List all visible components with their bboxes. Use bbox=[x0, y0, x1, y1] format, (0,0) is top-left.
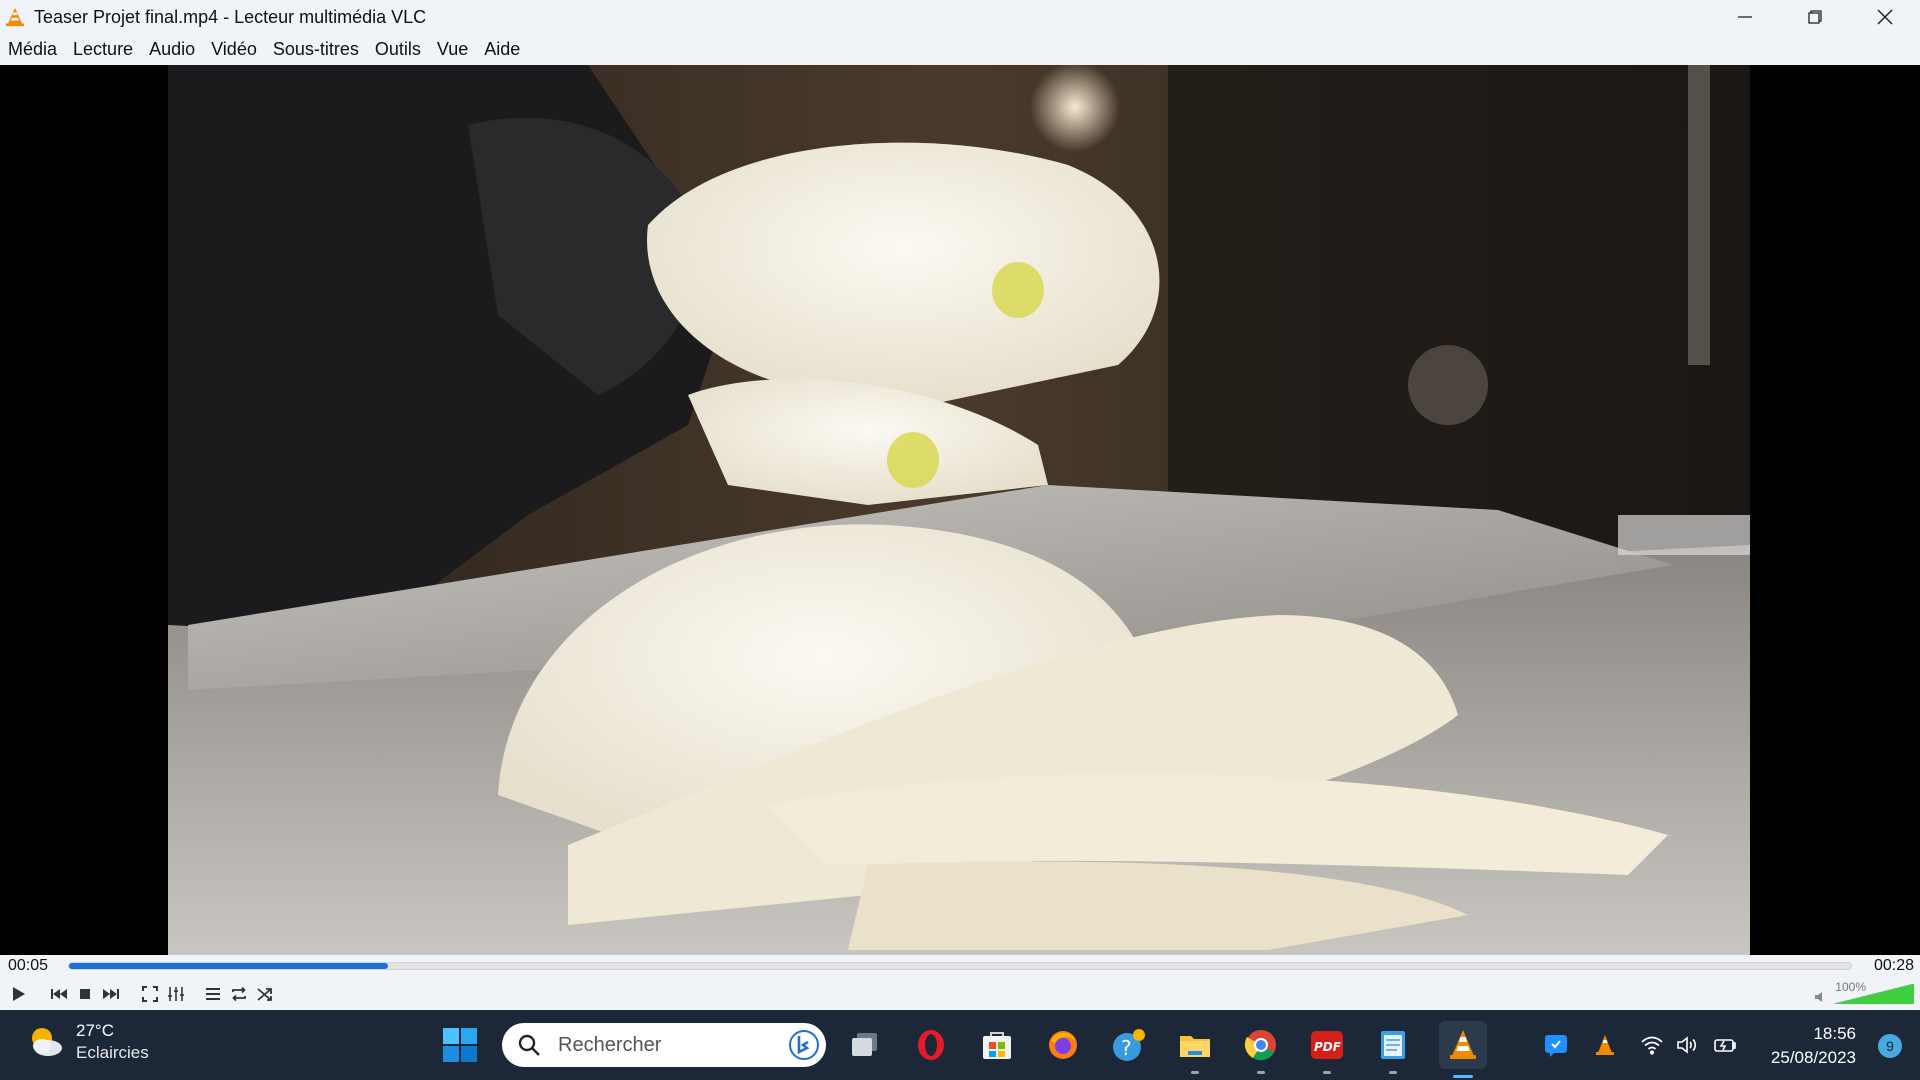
clock-date: 25/08/2023 bbox=[1770, 1048, 1856, 1067]
volume-slider[interactable]: 100% bbox=[1814, 980, 1914, 1006]
previous-icon bbox=[51, 989, 67, 999]
notification-badge[interactable]: 9 bbox=[1878, 1034, 1902, 1058]
taskbar: 27°C Eclaircies Rechercher ? PDF 18:56 2… bbox=[0, 1010, 1920, 1080]
firefox-icon bbox=[1049, 1031, 1077, 1059]
pdf-button[interactable]: PDF bbox=[1307, 1025, 1347, 1074]
notepad-icon bbox=[1381, 1031, 1405, 1059]
clock-time: 18:56 bbox=[1813, 1024, 1856, 1043]
close-icon bbox=[1877, 9, 1893, 25]
fullscreen-button[interactable] bbox=[138, 982, 162, 1006]
close-button[interactable] bbox=[1850, 0, 1920, 34]
menu-view[interactable]: Vue bbox=[437, 39, 468, 60]
elapsed-time: 00:05 bbox=[8, 957, 49, 974]
previous-button[interactable] bbox=[47, 982, 71, 1006]
menu-video[interactable]: Vidéo bbox=[211, 39, 257, 60]
volume-wedge bbox=[1834, 984, 1914, 1004]
video-frame[interactable] bbox=[168, 65, 1750, 955]
menu-subtitles[interactable]: Sous-titres bbox=[273, 39, 359, 60]
volume-tray-button[interactable] bbox=[1674, 1032, 1700, 1058]
weather-temperature: 27°C bbox=[76, 1021, 114, 1040]
seek-progress bbox=[69, 963, 388, 969]
weather-widget[interactable]: 27°C Eclaircies bbox=[26, 1020, 149, 1064]
chat-icon bbox=[1545, 1035, 1567, 1057]
menu-tools[interactable]: Outils bbox=[375, 39, 421, 60]
title-bar: Teaser Projet final.mp4 - Lecteur multim… bbox=[0, 0, 1920, 34]
shuffle-button[interactable] bbox=[253, 982, 277, 1006]
battery-charging-icon bbox=[1714, 1039, 1736, 1052]
svg-text:PDF: PDF bbox=[1314, 1040, 1342, 1054]
help-icon: ? bbox=[1113, 1029, 1145, 1061]
seek-bar-row: 00:05 00:28 bbox=[0, 955, 1920, 976]
loop-button[interactable] bbox=[227, 982, 251, 1006]
loop-icon bbox=[232, 986, 246, 1002]
system-clock[interactable]: 18:56 25/08/2023 bbox=[1771, 1022, 1856, 1070]
vlc-tray-button[interactable] bbox=[1592, 1032, 1618, 1058]
weather-condition: Eclaircies bbox=[76, 1043, 149, 1062]
menu-media[interactable]: Média bbox=[8, 39, 57, 60]
fullscreen-icon bbox=[142, 986, 158, 1002]
next-button[interactable] bbox=[99, 982, 123, 1006]
playlist-icon bbox=[206, 988, 220, 1000]
search-placeholder: Rechercher bbox=[558, 1033, 662, 1056]
file-explorer-icon bbox=[1180, 1036, 1210, 1057]
total-time: 00:28 bbox=[1873, 957, 1914, 974]
chrome-icon bbox=[1244, 1030, 1276, 1061]
pdf-icon: PDF bbox=[1311, 1031, 1343, 1059]
vlc-icon bbox=[1450, 1030, 1476, 1059]
opera-icon bbox=[918, 1030, 944, 1060]
menu-bar: Média Lecture Audio Vidéo Sous-titres Ou… bbox=[0, 34, 1920, 65]
stop-icon bbox=[80, 989, 90, 999]
start-icon[interactable] bbox=[442, 1027, 478, 1063]
restore-icon bbox=[1808, 10, 1822, 24]
battery-tray-button[interactable] bbox=[1712, 1032, 1738, 1058]
svg-text:?: ? bbox=[1121, 1036, 1132, 1060]
speaker-icon bbox=[1815, 992, 1822, 1002]
play-icon bbox=[13, 987, 25, 1001]
chrome-button[interactable] bbox=[1241, 1025, 1281, 1074]
menu-audio[interactable]: Audio bbox=[149, 39, 195, 60]
stop-button[interactable] bbox=[73, 982, 97, 1006]
restore-button[interactable] bbox=[1780, 0, 1850, 34]
microsoft-store-icon bbox=[983, 1032, 1011, 1059]
play-button[interactable] bbox=[6, 982, 30, 1006]
help-button[interactable]: ? bbox=[1109, 1025, 1149, 1065]
playback-controls: 100% bbox=[0, 976, 1920, 1010]
speaker-tray-icon bbox=[1677, 1036, 1697, 1054]
task-view-button[interactable] bbox=[845, 1025, 885, 1065]
firefox-button[interactable] bbox=[1043, 1025, 1083, 1065]
bing-icon[interactable] bbox=[788, 1029, 820, 1061]
seek-slider[interactable] bbox=[68, 962, 1852, 970]
task-view-icon bbox=[852, 1033, 877, 1056]
playlist-button[interactable] bbox=[201, 982, 225, 1006]
video-still-onion-slicing bbox=[168, 65, 1750, 955]
shuffle-icon bbox=[257, 988, 272, 1001]
vlc-taskbar-button[interactable] bbox=[1439, 1021, 1487, 1078]
messaging-tray-button[interactable] bbox=[1543, 1032, 1569, 1058]
file-explorer-button[interactable] bbox=[1175, 1025, 1215, 1074]
next-icon bbox=[103, 989, 119, 999]
video-area[interactable] bbox=[0, 65, 1920, 955]
search-icon bbox=[518, 1034, 540, 1056]
taskbar-search[interactable]: Rechercher bbox=[502, 1023, 826, 1067]
partly-cloudy-icon bbox=[32, 1028, 62, 1056]
menu-lecture[interactable]: Lecture bbox=[73, 39, 133, 60]
extended-settings-button[interactable] bbox=[164, 982, 188, 1006]
notepad-button[interactable] bbox=[1373, 1025, 1413, 1074]
microsoft-store-button[interactable] bbox=[977, 1025, 1017, 1065]
vlc-cone-icon bbox=[5, 7, 25, 27]
wifi-tray-button[interactable] bbox=[1639, 1032, 1665, 1058]
minimize-button[interactable] bbox=[1710, 0, 1780, 34]
extended-settings-icon bbox=[168, 987, 184, 1001]
wifi-icon bbox=[1641, 1036, 1663, 1055]
window-title: Teaser Projet final.mp4 - Lecteur multim… bbox=[34, 6, 427, 27]
menu-help[interactable]: Aide bbox=[484, 39, 520, 60]
minimize-icon bbox=[1738, 16, 1752, 18]
vlc-tray-icon bbox=[1596, 1035, 1614, 1055]
opera-button[interactable] bbox=[911, 1025, 951, 1065]
